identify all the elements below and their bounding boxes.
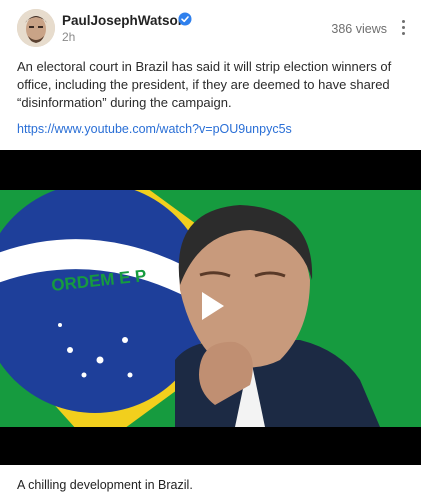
post-caption: A chilling development in Brazil. bbox=[17, 478, 193, 492]
more-vertical-icon[interactable] bbox=[399, 20, 407, 38]
video-player[interactable]: ORDEM E P bbox=[0, 150, 421, 465]
play-icon[interactable] bbox=[188, 284, 232, 328]
view-count: 386 views bbox=[331, 22, 387, 36]
avatar[interactable] bbox=[17, 9, 55, 47]
author-name[interactable]: PaulJosephWatson bbox=[62, 13, 186, 28]
post-link[interactable]: https://www.youtube.com/watch?v=pOU9unpy… bbox=[17, 122, 292, 136]
post-time: 2h bbox=[62, 30, 76, 44]
verified-badge-icon bbox=[178, 12, 192, 26]
post-header: PaulJosephWatson 2h 386 views bbox=[0, 0, 421, 52]
post-text: An electoral court in Brazil has said it… bbox=[17, 59, 392, 110]
avatar-image bbox=[17, 9, 55, 47]
